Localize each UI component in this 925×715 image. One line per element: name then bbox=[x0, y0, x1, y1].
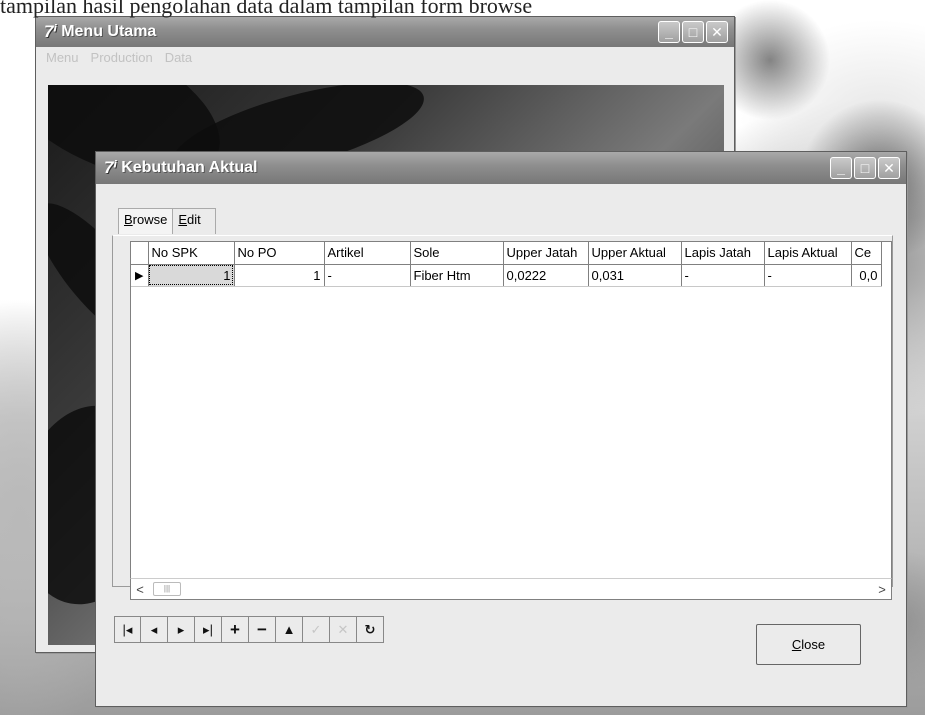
close-icon[interactable]: ✕ bbox=[706, 21, 728, 43]
column-header[interactable]: Ce bbox=[851, 242, 882, 265]
page-tabs: Browse Edit bbox=[118, 208, 216, 234]
table-row[interactable]: ▶ 1 1 - Fiber Htm 0,0222 0,031 - - 0,0 bbox=[131, 264, 882, 287]
table-cell[interactable]: - bbox=[764, 264, 852, 287]
prior-record-icon: ◂ bbox=[150, 621, 158, 637]
main-menubar: Menu Production Data bbox=[36, 47, 734, 69]
maximize-icon[interactable]: □ bbox=[682, 21, 704, 43]
table-cell[interactable]: - bbox=[324, 264, 411, 287]
column-header[interactable]: Artikel bbox=[324, 242, 411, 265]
column-header[interactable]: No PO bbox=[234, 242, 325, 265]
app-logo-icon: 7ⁱ bbox=[44, 22, 58, 41]
refresh-data-icon: ↻ bbox=[364, 621, 376, 637]
prior-record-button[interactable]: ◂ bbox=[141, 616, 168, 643]
app-logo-icon: 7ⁱ bbox=[104, 158, 118, 177]
edit-record-button[interactable]: ▲ bbox=[276, 616, 303, 643]
tab-browse[interactable]: Browse bbox=[118, 208, 174, 234]
delete-record-icon: − bbox=[257, 619, 267, 639]
column-header[interactable]: Lapis Aktual bbox=[764, 242, 852, 265]
scroll-right-icon[interactable]: > bbox=[873, 582, 891, 597]
table-cell[interactable]: 1 bbox=[234, 264, 325, 287]
close-icon[interactable]: ✕ bbox=[878, 157, 900, 179]
kebutuhan-aktual-window: 7ⁱ Kebutuhan Aktual _ □ ✕ Browse Edit No… bbox=[95, 151, 907, 707]
row-indicator-header bbox=[131, 242, 149, 265]
delete-record-button[interactable]: − bbox=[249, 616, 276, 643]
grid-header-row: No SPK No PO Artikel Sole Upper Jatah Up… bbox=[131, 242, 882, 265]
menu-item-production[interactable]: Production bbox=[91, 50, 153, 69]
column-header[interactable]: No SPK bbox=[148, 242, 235, 265]
post-edit-button[interactable]: ✓ bbox=[303, 616, 330, 643]
current-row-indicator-icon: ▶ bbox=[131, 264, 149, 287]
table-cell[interactable]: 0,0 bbox=[851, 264, 882, 287]
insert-record-button[interactable]: + bbox=[222, 616, 249, 643]
cancel-edit-button[interactable]: ✕ bbox=[330, 616, 357, 643]
first-record-icon: |◂ bbox=[122, 621, 133, 637]
menu-utama-titlebar[interactable]: 7ⁱ Menu Utama _ □ ✕ bbox=[36, 17, 734, 47]
cancel-edit-icon: ✕ bbox=[337, 621, 349, 637]
column-header[interactable]: Sole bbox=[410, 242, 504, 265]
horizontal-scrollbar[interactable]: < ||| > bbox=[130, 578, 892, 600]
maximize-icon[interactable]: □ bbox=[854, 157, 876, 179]
kebutuhan-aktual-titlebar[interactable]: 7ⁱ Kebutuhan Aktual _ □ ✕ bbox=[96, 152, 906, 184]
next-record-button[interactable]: ▸ bbox=[168, 616, 195, 643]
last-record-button[interactable]: ▸| bbox=[195, 616, 222, 643]
next-record-icon: ▸ bbox=[177, 621, 185, 637]
menu-utama-title: Menu Utama bbox=[61, 23, 157, 40]
menu-item-data[interactable]: Data bbox=[165, 50, 192, 69]
scroll-thumb[interactable]: ||| bbox=[153, 582, 181, 596]
first-record-button[interactable]: |◂ bbox=[114, 616, 141, 643]
post-edit-icon: ✓ bbox=[310, 621, 322, 637]
kebutuhan-aktual-title: Kebutuhan Aktual bbox=[121, 159, 258, 176]
table-cell[interactable]: 0,031 bbox=[588, 264, 682, 287]
table-cell[interactable]: - bbox=[681, 264, 765, 287]
edit-record-icon: ▲ bbox=[282, 622, 296, 637]
minimize-icon[interactable]: _ bbox=[658, 21, 680, 43]
insert-record-icon: + bbox=[230, 619, 240, 639]
table-cell[interactable]: Fiber Htm bbox=[410, 264, 504, 287]
column-header[interactable]: Lapis Jatah bbox=[681, 242, 765, 265]
table-cell[interactable]: 1 bbox=[148, 264, 235, 287]
column-header[interactable]: Upper Jatah bbox=[503, 242, 589, 265]
minimize-icon[interactable]: _ bbox=[830, 157, 852, 179]
document-caption: tampilan hasil pengolahan data dalam tam… bbox=[0, 0, 533, 18]
tab-edit[interactable]: Edit bbox=[173, 208, 216, 234]
data-grid[interactable]: No SPK No PO Artikel Sole Upper Jatah Up… bbox=[130, 241, 892, 581]
close-button[interactable]: Close bbox=[756, 624, 861, 665]
scroll-left-icon[interactable]: < bbox=[131, 582, 149, 597]
db-navigator: |◂ ◂ ▸ ▸| + − ▲ ✓ ✕ ↻ bbox=[114, 616, 384, 643]
refresh-data-button[interactable]: ↻ bbox=[357, 616, 384, 643]
table-cell[interactable]: 0,0222 bbox=[503, 264, 589, 287]
menu-item-menu[interactable]: Menu bbox=[46, 50, 79, 69]
column-header[interactable]: Upper Aktual bbox=[588, 242, 682, 265]
last-record-icon: ▸| bbox=[203, 621, 213, 637]
